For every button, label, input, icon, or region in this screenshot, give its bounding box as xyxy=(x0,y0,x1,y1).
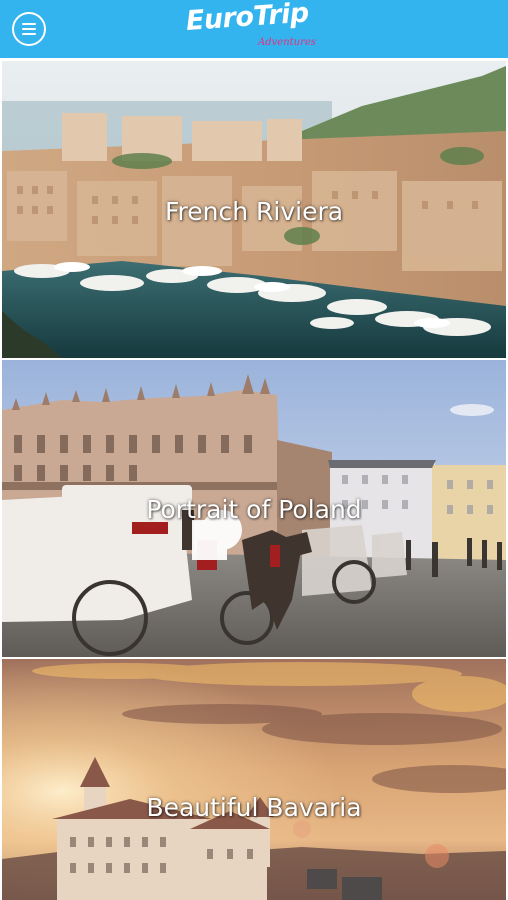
menu-line xyxy=(22,33,36,35)
app-screen: EuroTrip Adventures French Riviera Portr… xyxy=(0,0,508,900)
menu-line xyxy=(22,28,36,30)
destination-title: Beautiful Bavaria xyxy=(146,793,362,822)
hamburger-menu-icon[interactable] xyxy=(12,12,46,46)
destination-title: French Riviera xyxy=(164,197,344,226)
destination-card-beautiful-bavaria[interactable]: Beautiful Bavaria xyxy=(2,659,506,900)
logo-title: EuroTrip xyxy=(184,0,310,37)
logo-subtitle: Adventures xyxy=(258,37,316,48)
destination-card-french-riviera[interactable]: French Riviera xyxy=(2,61,506,358)
app-header: EuroTrip Adventures xyxy=(0,0,508,60)
app-logo[interactable]: EuroTrip Adventures xyxy=(185,0,336,54)
destination-title: Portrait of Poland xyxy=(146,495,362,524)
destination-card-portrait-of-poland[interactable]: Portrait of Poland xyxy=(2,360,506,657)
bavaria-castle-image xyxy=(2,659,506,900)
menu-line xyxy=(22,23,36,25)
